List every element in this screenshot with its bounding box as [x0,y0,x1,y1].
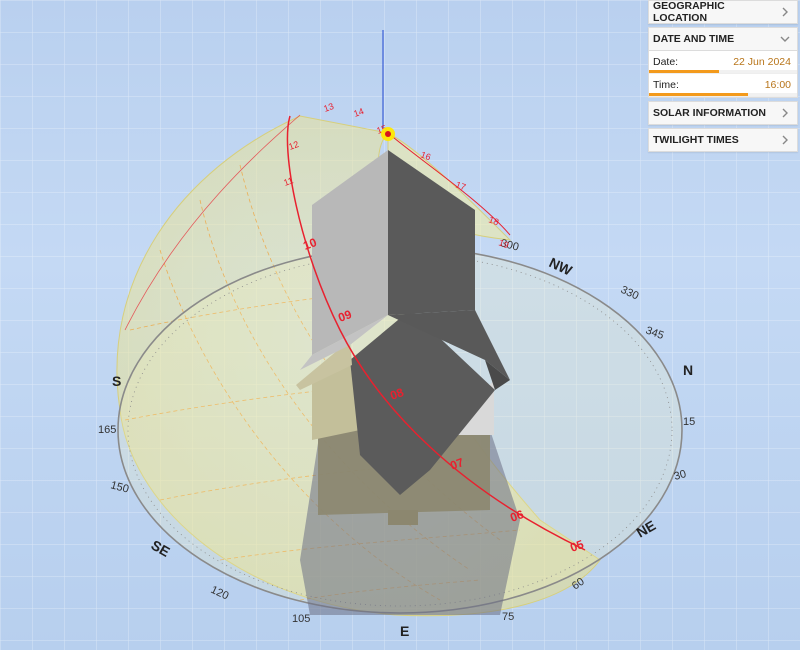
date-label: Date: [653,56,679,68]
time-slider-fill [649,93,749,96]
chevron-right-icon [779,134,791,146]
date-slider-fill [649,70,719,73]
chevron-right-icon [779,6,791,18]
compass-75-label: 75 [502,611,514,623]
compass-105-label: 105 [292,613,310,625]
geographic-location-header[interactable]: GEOGRAPHIC LOCATION [648,0,798,24]
chevron-right-icon [779,107,791,119]
date-and-time-header[interactable]: DATE AND TIME [648,27,798,51]
compass-165-label: 165 [98,424,116,436]
time-label: Time: [653,79,679,91]
date-value: 22 Jun 2024 [733,56,791,68]
time-value: 16:00 [764,79,791,91]
time-row[interactable]: Time: 16:00 [649,74,797,97]
twilight-times-label: TWILIGHT TIMES [653,134,739,146]
compass-east-label: E [400,623,409,639]
geographic-location-label: GEOGRAPHIC LOCATION [653,0,725,24]
twilight-times-header[interactable]: TWILIGHT TIMES [648,128,798,152]
chevron-down-icon [779,33,791,45]
solar-information-label: SOLAR INFORMATION [653,107,766,119]
current-sun-marker[interactable] [381,127,395,141]
solar-information-header[interactable]: SOLAR INFORMATION [648,101,798,125]
compass-south-label: S [112,373,121,389]
date-and-time-label: DATE AND TIME [653,33,735,45]
compass-north-label: N [683,362,693,378]
date-row[interactable]: Date: 22 Jun 2024 [649,51,797,74]
settings-panel: GEOGRAPHIC LOCATION DATE AND TIME Date: … [648,0,798,152]
compass-15-label: 15 [683,416,695,428]
date-and-time-body: Date: 22 Jun 2024 Time: 16:00 [648,51,798,98]
